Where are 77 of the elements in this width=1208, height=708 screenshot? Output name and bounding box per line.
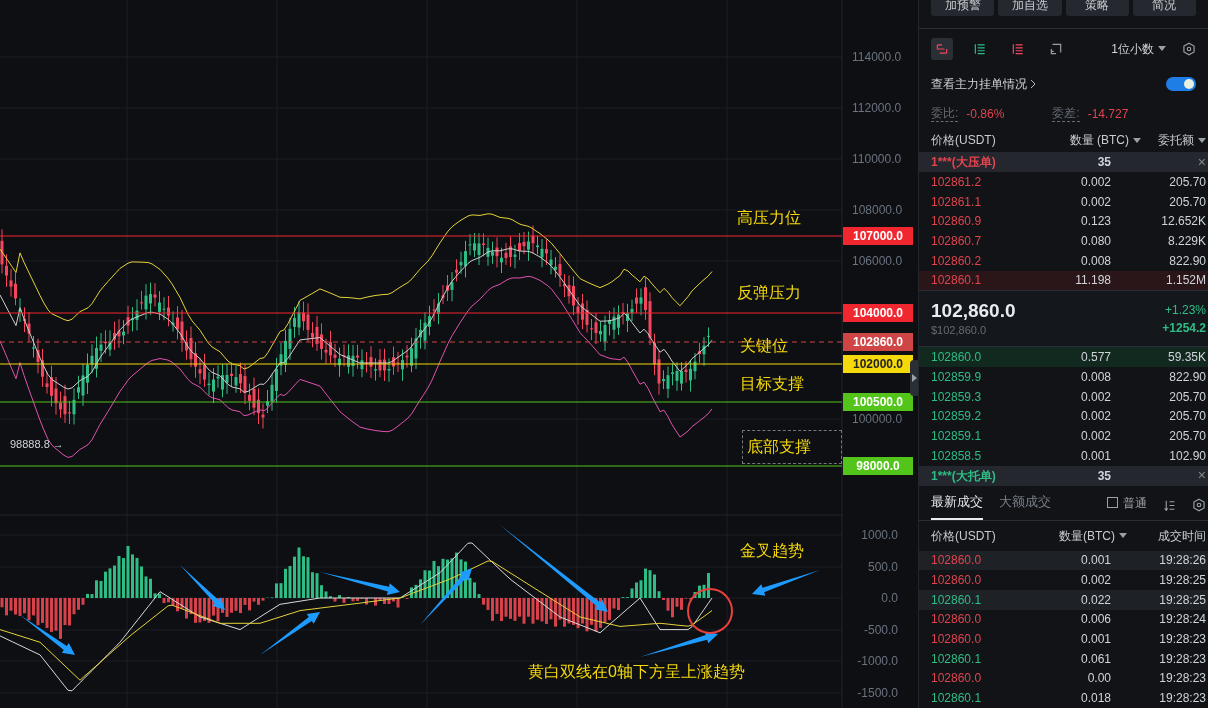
precision-dropdown[interactable]: 1位小数 — [1111, 39, 1166, 58]
large-order-bar[interactable]: 1***(大托单) 35 × — [919, 465, 1208, 486]
column-header[interactable]: 数量 (BTC) — [1031, 131, 1141, 150]
trade-row-text: 102860.0 0.001 19:28:23 — [930, 631, 1207, 649]
ratio-label: 委比: — [931, 105, 959, 123]
trade-row-text: 102860.0 0.006 19:28:24 — [930, 611, 1207, 629]
action-button[interactable]: 策略 — [1065, 0, 1129, 16]
order-book-row[interactable]: 102859.1 0.002 205.70 — [919, 426, 1208, 446]
order-book-row[interactable]: 102859.9 0.008 822.90 — [919, 367, 1208, 387]
column-header: 成交时间 — [1157, 527, 1206, 545]
diff-label: 委差: — [1052, 105, 1080, 123]
normal-filter-checkbox[interactable]: 普通 — [1107, 494, 1147, 520]
price-axis-label: 112000.0 — [852, 102, 902, 114]
macd-axis-label: -1000.0 — [856, 655, 898, 667]
column-header: 价格(USDT) — [931, 132, 997, 150]
action-button[interactable]: 加预警 — [931, 0, 995, 16]
trade-row-text: 102860.1 0.018 19:28:23 — [930, 690, 1207, 708]
order-book-row[interactable]: 102859.2 0.002 205.70 — [919, 406, 1208, 427]
main-orders-link[interactable]: 查看主力挂单情况 — [931, 75, 1036, 94]
order-book-row[interactable]: 102860.7 0.080 8.229K — [919, 231, 1208, 251]
diff-value: -14.727 — [1087, 105, 1129, 123]
price-axis-label: 114000.0 — [852, 51, 902, 63]
trades-tab[interactable]: 大额成交 — [999, 492, 1051, 520]
order-book-row[interactable]: 102860.2 0.008 822.90 — [919, 250, 1208, 271]
price-level-tag: 102860.0 — [843, 333, 913, 351]
price-level-tag: 100500.0 — [843, 393, 913, 411]
order-book-row[interactable]: 102861.1 0.002 205.70 — [919, 191, 1208, 212]
action-button[interactable]: 简况 — [1132, 0, 1196, 16]
low-price-marker: 98888.8 → — [10, 437, 64, 452]
chart-annotation: 高压力位 — [737, 210, 801, 226]
column-header[interactable]: 委托额 — [1141, 131, 1206, 150]
chart-annotation: 关键位 — [740, 338, 788, 354]
large-order-quantity: 35 — [1096, 467, 1111, 485]
large-order-bar[interactable]: 1***(大压单) 35 × — [919, 152, 1208, 173]
price-axis-label: 110000.0 — [852, 153, 902, 165]
price-level-tag: 98000.0 — [843, 457, 913, 475]
order-book-row[interactable]: 102860.0 0.577 59.35K — [919, 347, 1208, 368]
macd-axis-label: 500.0 — [866, 561, 898, 573]
price-axis-label: 106000.0 — [852, 255, 903, 267]
chart-annotation: 黄白双线在0轴下方呈上涨趋势 — [528, 664, 745, 680]
trade-row: 102860.1 0.022 19:28:25 — [919, 589, 1208, 610]
chart-annotation: 目标支撑 — [740, 376, 804, 392]
price-level-tag: 102000.0 — [843, 355, 913, 373]
ratio-value: -0.86% — [966, 105, 1006, 123]
large-order-label: 1***(大托单) — [931, 467, 997, 485]
macd-axis-label: -500.0 — [862, 624, 898, 636]
last-price: 102,860.0 — [931, 299, 1016, 322]
chart-annotation: 金叉趋势 — [740, 543, 804, 559]
large-order-label: 1***(大压单) — [931, 154, 997, 172]
change-amount: +1254.2 — [1162, 319, 1206, 337]
action-button[interactable]: 加自选 — [998, 0, 1062, 16]
price-axis-label: 108000.0 — [852, 204, 903, 216]
large-sell-order-close-button[interactable]: × — [1197, 151, 1206, 173]
trade-row: 102860.0 0.001 19:28:26 — [919, 550, 1208, 571]
price-level-tag: 104000.0 — [843, 304, 913, 322]
chart-annotation: 底部支撑 — [742, 430, 842, 464]
trade-row-text: 102860.1 0.061 19:28:23 — [930, 650, 1207, 668]
column-header[interactable]: 数量(BTC) — [1031, 526, 1127, 545]
change-percent: +1.23% — [1164, 301, 1206, 319]
large-buy-order-close-button[interactable]: × — [1197, 465, 1206, 487]
trade-row-text: 102860.0 0.002 19:28:25 — [930, 572, 1207, 590]
order-book-row[interactable]: 102858.5 0.001 102.90 — [919, 445, 1208, 466]
order-book-row[interactable]: 102860.9 0.123 12.652K — [919, 211, 1208, 232]
price-level-tag: 107000.0 — [843, 227, 913, 245]
chart-annotation: 反弹压力 — [737, 285, 801, 301]
order-book-row[interactable]: 102859.3 0.002 205.70 — [919, 386, 1208, 407]
macd-axis-label: -1500.0 — [856, 687, 898, 699]
macd-axis-label: 0.0 — [880, 592, 898, 604]
price-axis-label: 100000.0 — [852, 413, 903, 425]
macd-axis-label: 1000.0 — [860, 529, 898, 541]
trade-row-text: 102860.0 0.00 19:28:23 — [930, 670, 1207, 688]
order-book-row[interactable]: 102860.1 11.198 1.152M — [919, 270, 1208, 291]
large-order-quantity: 35 — [1096, 154, 1111, 172]
last-price-usd: $102,860.0 — [931, 322, 988, 338]
column-header: 价格(USDT) — [931, 527, 997, 545]
trades-tab[interactable]: 最新成交 — [931, 492, 983, 520]
order-book-row[interactable]: 102861.2 0.002 205.70 — [919, 172, 1208, 192]
